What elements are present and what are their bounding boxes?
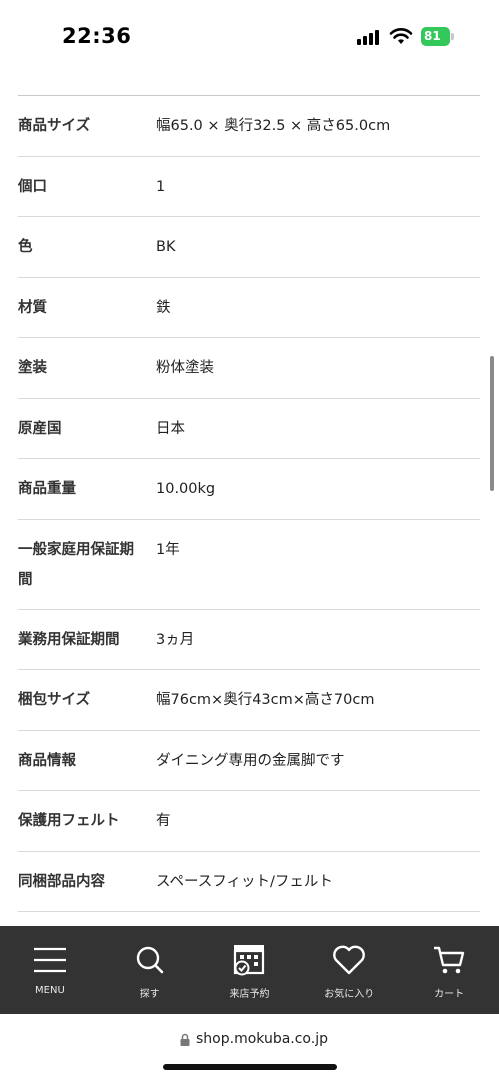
- search-icon: [136, 946, 163, 974]
- spec-value: 3ヵ月: [156, 631, 195, 648]
- nav-menu[interactable]: MENU: [0, 926, 100, 1014]
- spec-value: ダイニング専用の金属脚です: [156, 752, 345, 769]
- spec-label: 商品サイズ: [18, 118, 91, 134]
- spec-label: 梱包サイズ: [18, 692, 91, 708]
- wifi-icon: [389, 28, 413, 44]
- spec-row: 商品重量 10.00kg: [18, 459, 480, 520]
- spec-label: 原産国: [18, 420, 62, 437]
- nav-cart[interactable]: カート: [399, 926, 499, 1014]
- store-booking-icon: [234, 945, 265, 976]
- spec-value: 幅65.0 × 奥行32.5 × 高さ65.0cm: [156, 118, 391, 134]
- nav-store-booking[interactable]: 来店予約: [200, 926, 300, 1014]
- spec-row: 原産国 日本: [18, 399, 480, 459]
- nav-label: MENU: [35, 985, 65, 996]
- nav-search[interactable]: 探す: [100, 926, 200, 1014]
- spec-value: 1年: [156, 541, 180, 558]
- spec-label: 個口: [18, 178, 47, 195]
- cellular-signal-icon: [357, 30, 383, 45]
- battery-level: 81: [424, 29, 441, 43]
- nav-favorites[interactable]: お気に入り: [299, 926, 399, 1014]
- spec-value: 1: [156, 178, 166, 195]
- url-text[interactable]: shop.mokuba.co.jp: [196, 1031, 328, 1047]
- spec-label-line: 一般家庭用保証期: [18, 541, 134, 558]
- cart-icon: [434, 946, 465, 974]
- spec-label: 商品重量: [18, 481, 76, 497]
- heart-icon: [333, 945, 366, 975]
- spec-row: 同梱部品内容 スペースフィット/フェルト: [18, 852, 480, 912]
- spec-row: 商品情報 ダイニング専用の金属脚です: [18, 731, 480, 791]
- clock: 22:36: [62, 24, 132, 48]
- product-spec-table: 商品サイズ 幅65.0 × 奥行32.5 × 高さ65.0cm 個口 1 色 B…: [18, 95, 480, 912]
- spec-label: 一般家庭用保証期 間: [18, 535, 150, 595]
- status-bar: 22:36 81: [0, 0, 499, 76]
- spec-value: 粉体塗装: [156, 360, 214, 376]
- spec-label: 色: [18, 239, 33, 255]
- battery-icon: 81: [421, 27, 454, 46]
- scroll-indicator[interactable]: [490, 356, 494, 491]
- spec-value: BK: [156, 239, 176, 255]
- nav-label: 来店予約: [229, 989, 270, 1000]
- spec-label: 業務用保証期間: [18, 631, 120, 648]
- spec-value: 有: [156, 813, 171, 829]
- spec-row: 業務用保証期間 3ヵ月: [18, 610, 480, 670]
- home-indicator[interactable]: [163, 1064, 337, 1070]
- lock-icon: [180, 1033, 190, 1046]
- spec-label: 同梱部品内容: [18, 873, 105, 890]
- spec-value: スペースフィット/フェルト: [156, 873, 333, 890]
- nav-label: 探す: [139, 989, 160, 1000]
- spec-row: 材質 鉄: [18, 278, 480, 338]
- spec-row: 保護用フェルト 有: [18, 791, 480, 852]
- nav-label: カート: [434, 989, 465, 1000]
- bottom-nav: MENU 探す 来店予約 お気に入り カート: [0, 926, 499, 1014]
- spec-value: 鉄: [156, 299, 171, 316]
- spec-label-line: 間: [18, 571, 33, 588]
- spec-label: 塗装: [18, 360, 47, 376]
- spec-value: 幅76cm×奥行43cm×高さ70cm: [156, 692, 375, 708]
- spec-row: 色 BK: [18, 217, 480, 278]
- spec-row: 個口 1: [18, 157, 480, 217]
- spec-row: 一般家庭用保証期 間 1年: [18, 520, 480, 610]
- spec-label: 商品情報: [18, 752, 76, 769]
- spec-value: 10.00kg: [156, 481, 216, 497]
- spec-value: 日本: [156, 420, 185, 437]
- nav-label: お気に入り: [324, 989, 375, 1000]
- browser-url-bar[interactable]: shop.mokuba.co.jp: [0, 1014, 499, 1080]
- spec-label: 保護用フェルト: [18, 813, 120, 829]
- spec-row: 商品サイズ 幅65.0 × 奥行32.5 × 高さ65.0cm: [18, 96, 480, 157]
- spec-label: 材質: [18, 299, 47, 316]
- spec-row: 梱包サイズ 幅76cm×奥行43cm×高さ70cm: [18, 670, 480, 731]
- menu-icon: [33, 947, 66, 973]
- spec-row: 塗装 粉体塗装: [18, 338, 480, 399]
